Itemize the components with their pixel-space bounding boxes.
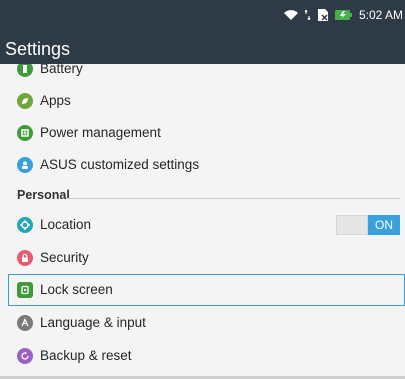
location-toggle[interactable]: ON xyxy=(336,215,400,235)
apps-icon xyxy=(17,93,33,109)
settings-item-label: Lock screen xyxy=(40,282,113,297)
settings-item-battery[interactable]: Battery xyxy=(0,64,405,85)
settings-list: Battery Apps Power management ASUS custo… xyxy=(0,64,405,379)
settings-item-label: Power management xyxy=(40,125,161,140)
section-divider xyxy=(67,198,400,199)
power-icon xyxy=(17,125,33,141)
settings-item-label: Language & input xyxy=(40,315,146,330)
action-bar: Settings xyxy=(0,30,405,64)
settings-item-apps[interactable]: Apps xyxy=(0,85,405,117)
settings-item-label: Backup & reset xyxy=(40,348,132,363)
settings-item-label: Location xyxy=(40,217,92,232)
settings-item-location[interactable]: Location ON xyxy=(0,209,405,241)
status-time: 5:02 AM xyxy=(358,8,403,22)
section-title: Personal xyxy=(17,188,70,202)
page-title: Settings xyxy=(5,39,71,59)
backup-icon xyxy=(17,348,33,364)
lock-icon xyxy=(17,250,33,266)
toggle-on-label: ON xyxy=(368,215,400,235)
settings-item-asus-customized[interactable]: ASUS customized settings xyxy=(0,149,405,181)
settings-item-label: Apps xyxy=(40,93,71,108)
settings-item-label: ASUS customized settings xyxy=(40,157,200,172)
battery-charging-icon xyxy=(334,9,353,21)
settings-item-language-input[interactable]: Language & input xyxy=(0,307,405,339)
toggle-off-side xyxy=(336,215,368,235)
settings-item-security[interactable]: Security xyxy=(0,242,405,274)
settings-item-label: Security xyxy=(40,250,89,265)
status-bar: 5:02 AM xyxy=(0,0,405,30)
section-header-personal: Personal xyxy=(0,184,405,208)
status-icons: 5:02 AM xyxy=(283,0,403,30)
wifi-icon xyxy=(283,9,299,21)
lock-screen-icon xyxy=(17,282,33,298)
language-icon xyxy=(17,315,33,331)
data-arrows-icon xyxy=(304,10,311,20)
settings-item-backup-reset[interactable]: Backup & reset xyxy=(0,340,405,372)
no-sim-icon xyxy=(317,8,329,22)
location-icon xyxy=(17,217,33,233)
settings-item-power-management[interactable]: Power management xyxy=(0,117,405,149)
asus-settings-icon xyxy=(17,157,33,173)
settings-item-label: Battery xyxy=(40,64,83,76)
battery-icon xyxy=(17,64,33,77)
settings-item-lock-screen[interactable]: Lock screen xyxy=(0,274,405,306)
